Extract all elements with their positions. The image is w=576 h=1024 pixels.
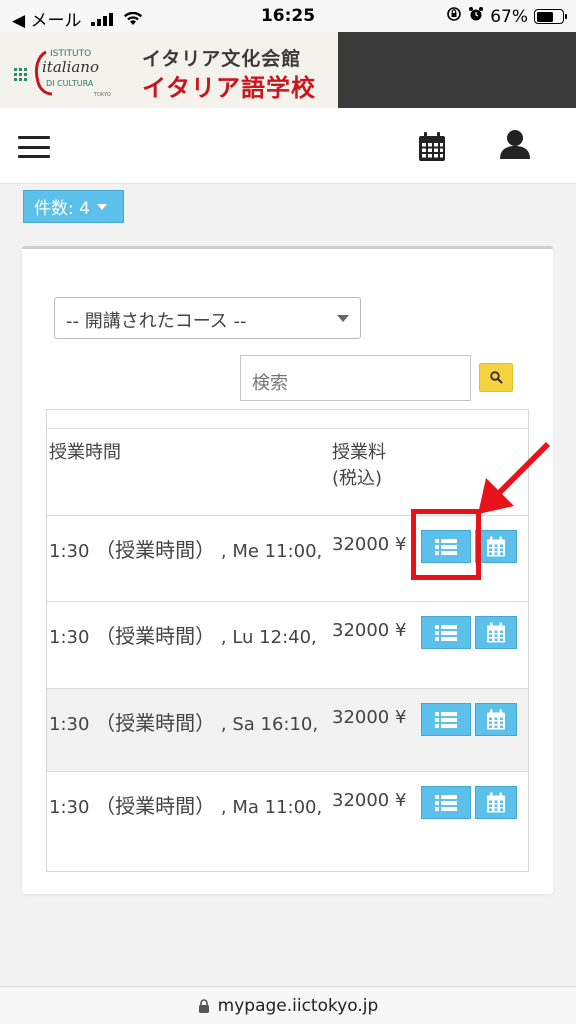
fee-cell: 32000 ¥ — [332, 534, 407, 555]
istituto-logo-mark: ISTITUTO italiano DI CULTURA TOKYO — [14, 49, 111, 98]
status-right: 67% — [446, 6, 567, 27]
class-time-label: （授業時間） — [95, 624, 216, 648]
course-schedule-button[interactable] — [475, 530, 517, 563]
column-header-fee-note: (税込) — [332, 468, 383, 489]
hamburger-icon[interactable] — [18, 136, 50, 158]
page-url: mypage.iictokyo.jp — [217, 995, 379, 1016]
banner-title-culture-institute: イタリア文化会館 — [142, 48, 302, 70]
alarm-icon — [468, 6, 484, 27]
class-time-label: （授業時間） — [95, 711, 216, 735]
course-details-button[interactable] — [421, 530, 471, 563]
class-duration: 1:30 — [49, 627, 90, 648]
select-arrow-icon — [337, 315, 349, 322]
course-table: 授業時間 授業料 (税込) 1:30 （授業時間） , Me 11:00, 32… — [46, 409, 529, 872]
list-icon — [435, 711, 457, 728]
search-input[interactable] — [240, 355, 471, 401]
fee-cell: 32000 ¥ — [332, 790, 407, 811]
course-schedule-button[interactable] — [475, 616, 517, 649]
item-count-dropdown[interactable]: 件数: 4 — [23, 190, 124, 223]
calendar-icon — [487, 622, 505, 642]
battery-percent: 67% — [490, 6, 528, 27]
class-time-cell: 1:30 （授業時間） , Me 11:00, — [49, 534, 322, 563]
fee-cell: 32000 ¥ — [332, 620, 407, 641]
status-bar: ◀ メール 16:25 67% — [0, 0, 576, 32]
search-icon — [490, 371, 503, 384]
table-row: 1:30 （授業時間） , Sa 16:10, 32000 ¥ — [47, 688, 528, 771]
course-status-select[interactable]: -- 開講されたコース -- — [54, 297, 361, 339]
lock-icon — [198, 998, 209, 1013]
user-icon[interactable] — [499, 128, 531, 164]
battery-icon — [534, 9, 567, 24]
item-count-label: 件数: 4 — [34, 199, 90, 219]
class-duration: 1:30 — [49, 714, 90, 735]
class-day-time: , Me 11:00, — [220, 541, 323, 562]
calendar-icon[interactable] — [418, 132, 446, 166]
class-day-time: , Lu 12:40, — [220, 627, 317, 648]
logo-text-italiano: italiano — [42, 58, 99, 76]
class-day-time: , Sa 16:10, — [220, 714, 319, 735]
calendar-icon — [487, 536, 505, 556]
table-row: 1:30 （授業時間） , Me 11:00, 32000 ¥ — [47, 515, 528, 601]
course-details-button[interactable] — [421, 786, 471, 819]
list-icon — [435, 538, 457, 555]
calendar-icon — [487, 792, 505, 812]
class-time-label: （授業時間） — [95, 538, 216, 562]
column-header-time: 授業時間 — [49, 442, 121, 463]
class-day-time: , Ma 11:00, — [220, 797, 323, 818]
fee-cell: 32000 ¥ — [332, 707, 407, 728]
course-schedule-button[interactable] — [475, 703, 517, 736]
calendar-icon — [487, 709, 505, 729]
course-schedule-button[interactable] — [475, 786, 517, 819]
table-row: 1:30 （授業時間） , Lu 12:40, 32000 ¥ — [47, 601, 528, 688]
caret-down-icon — [96, 203, 107, 210]
class-time-cell: 1:30 （授業時間） , Sa 16:10, — [49, 707, 318, 736]
column-header-fee: 授業料 (税込) — [332, 440, 412, 492]
class-time-cell: 1:30 （授業時間） , Ma 11:00, — [49, 790, 322, 819]
institute-logo[interactable]: ISTITUTO italiano DI CULTURA TOKYO イタリア文… — [0, 32, 338, 108]
browser-url-bar[interactable]: mypage.iictokyo.jp — [0, 986, 576, 1024]
logo-text-tokyo: TOKYO — [93, 92, 111, 98]
list-icon — [435, 624, 457, 641]
course-details-button[interactable] — [421, 703, 471, 736]
orientation-lock-icon — [446, 6, 462, 27]
search-button[interactable] — [479, 363, 513, 392]
logo-text-cultura: DI CULTURA — [46, 79, 94, 88]
app-header — [0, 108, 576, 184]
site-banner: ISTITUTO italiano DI CULTURA TOKYO イタリア文… — [0, 32, 576, 108]
list-icon — [435, 794, 457, 811]
course-status-select-value: -- 開講されたコース -- — [66, 311, 247, 332]
course-details-button[interactable] — [421, 616, 471, 649]
class-duration: 1:30 — [49, 797, 90, 818]
class-duration: 1:30 — [49, 541, 90, 562]
class-time-cell: 1:30 （授業時間） , Lu 12:40, — [49, 620, 317, 649]
course-list-panel: -- 開講されたコース -- 授業時間 授業料 (税込) 1:30 （授業時間）… — [22, 246, 553, 894]
table-row: 1:30 （授業時間） , Ma 11:00, 32000 ¥ — [47, 771, 528, 871]
class-time-label: （授業時間） — [95, 794, 216, 818]
table-top-divider — [47, 428, 528, 429]
column-header-fee-label: 授業料 — [332, 442, 386, 463]
banner-title-language-school: イタリア語学校 — [142, 74, 317, 102]
